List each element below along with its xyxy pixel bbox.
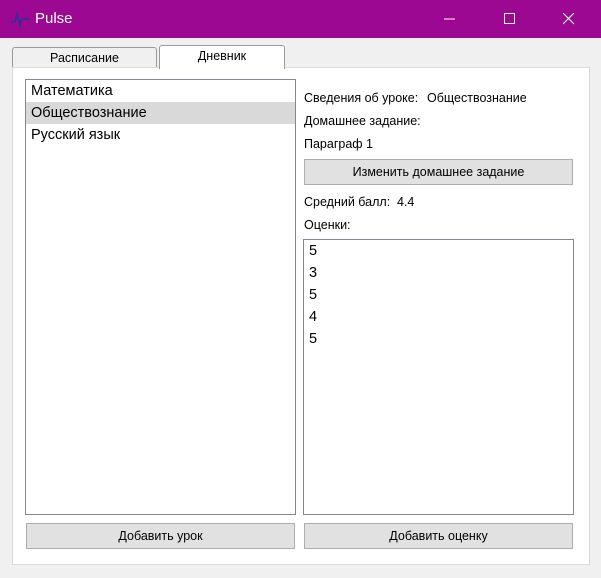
lesson-details-value: Обществознание xyxy=(427,91,527,105)
homework-value: Параграф 1 xyxy=(304,137,374,151)
minimize-icon xyxy=(444,18,455,20)
tab-schedule[interactable]: Расписание xyxy=(12,47,157,69)
minimize-button[interactable] xyxy=(428,0,474,38)
close-icon xyxy=(563,13,575,25)
grades-label: Оценки: xyxy=(304,218,351,232)
average-grade-label: Средний балл: xyxy=(304,195,391,209)
lesson-item[interactable]: Математика xyxy=(26,80,295,102)
app-window: Pulse Расписание Дневник Математика Обще… xyxy=(0,0,601,578)
average-grade-value: 4.4 xyxy=(397,195,415,209)
change-homework-button[interactable]: Изменить домашнее задание xyxy=(304,159,573,185)
grade-item[interactable]: 5 xyxy=(304,284,573,306)
grade-item[interactable]: 4 xyxy=(304,306,573,328)
lesson-details-label: Сведения об уроке: xyxy=(304,91,419,105)
add-lesson-button[interactable]: Добавить урок xyxy=(26,523,295,549)
grade-item[interactable]: 3 xyxy=(304,262,573,284)
window-title: Pulse xyxy=(35,10,73,27)
add-grade-button[interactable]: Добавить оценку xyxy=(304,523,573,549)
grades-list[interactable]: 5 3 5 4 5 xyxy=(303,239,574,515)
lesson-item-selected[interactable]: Обществознание xyxy=(26,102,295,124)
title-bar[interactable]: Pulse xyxy=(0,0,601,38)
grade-item[interactable]: 5 xyxy=(304,240,573,262)
maximize-button[interactable] xyxy=(488,0,534,38)
grade-item[interactable]: 5 xyxy=(304,328,573,350)
close-button[interactable] xyxy=(547,0,593,38)
tab-diary[interactable]: Дневник xyxy=(159,45,285,69)
lesson-item[interactable]: Русский язык xyxy=(26,124,295,146)
maximize-icon xyxy=(504,13,515,24)
lesson-list[interactable]: Математика Обществознание Русский язык xyxy=(25,79,296,515)
homework-label: Домашнее задание: xyxy=(304,114,421,128)
pulse-app-icon xyxy=(11,10,29,28)
